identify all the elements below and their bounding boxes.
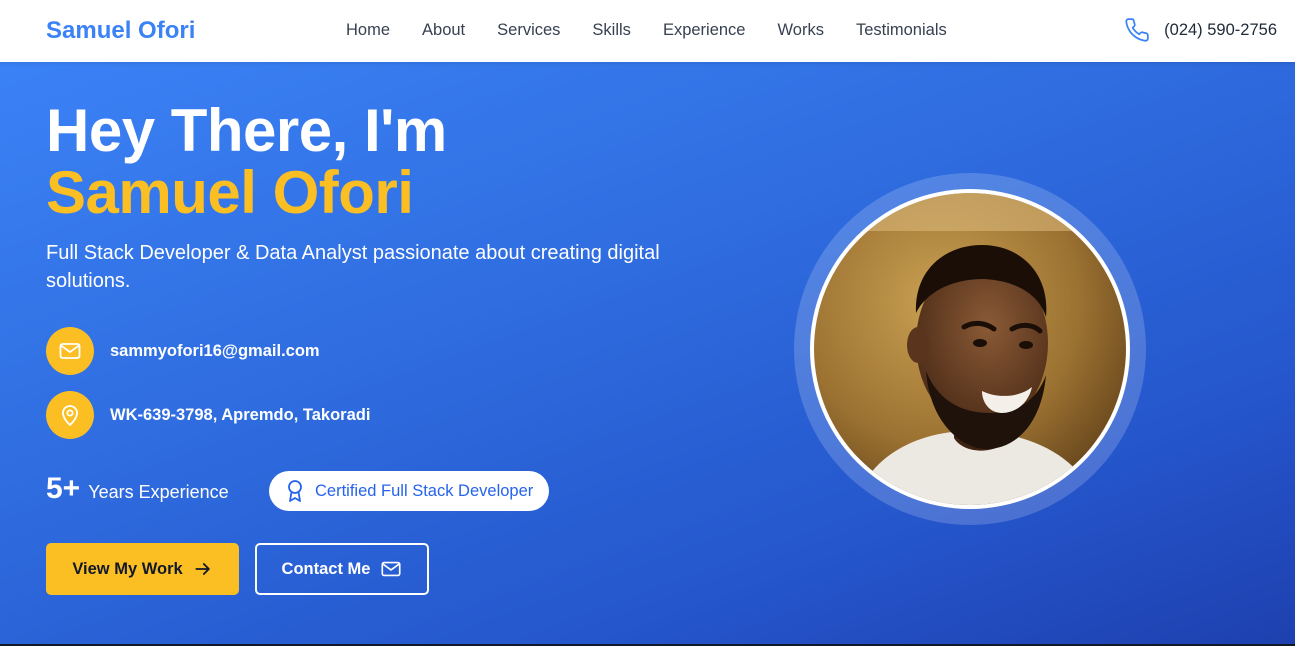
phone-number: (024) 590-2756 bbox=[1164, 20, 1277, 39]
certification-badge: Certified Full Stack Developer bbox=[269, 471, 550, 511]
hero-section: Hey There, I'm Samuel Ofori Full Stack D… bbox=[0, 62, 1295, 644]
experience-number: 5+ bbox=[46, 472, 81, 505]
view-work-label: View My Work bbox=[72, 559, 183, 578]
phone-contact[interactable]: (024) 590-2756 bbox=[1124, 17, 1277, 43]
nav-experience[interactable]: Experience bbox=[663, 21, 746, 40]
certification-text: Certified Full Stack Developer bbox=[315, 481, 534, 500]
contact-me-label: Contact Me bbox=[281, 559, 371, 578]
award-icon bbox=[288, 480, 302, 502]
email-contact[interactable]: sammyofori16@gmail.com bbox=[46, 327, 320, 375]
hero-name: Samuel Ofori bbox=[46, 159, 414, 226]
nav-services[interactable]: Services bbox=[497, 21, 560, 40]
profile-portrait bbox=[810, 189, 1130, 509]
mail-icon bbox=[380, 558, 402, 580]
main-nav: Home About Services Skills Experience Wo… bbox=[346, 21, 979, 40]
portrait-image bbox=[814, 193, 1126, 505]
address-contact: WK-639-3798, Apremdo, Takoradi bbox=[46, 391, 370, 439]
nav-about[interactable]: About bbox=[422, 21, 465, 40]
contact-me-button[interactable]: Contact Me bbox=[255, 543, 429, 595]
email-text: sammyofori16@gmail.com bbox=[110, 341, 320, 360]
mail-icon bbox=[46, 327, 94, 375]
experience-stat: 5+ Years Experience bbox=[46, 472, 229, 506]
view-work-button[interactable]: View My Work bbox=[46, 543, 239, 595]
hero-tagline: Full Stack Developer & Data Analyst pass… bbox=[46, 242, 660, 292]
address-text: WK-639-3798, Apremdo, Takoradi bbox=[110, 405, 371, 424]
phone-icon bbox=[1124, 17, 1150, 43]
nav-testimonials[interactable]: Testimonials bbox=[856, 21, 947, 40]
experience-label: Years Experience bbox=[88, 482, 229, 502]
arrow-right-icon bbox=[193, 559, 213, 579]
nav-works[interactable]: Works bbox=[778, 21, 824, 40]
top-navbar: Samuel Ofori Home About Services Skills … bbox=[0, 0, 1295, 62]
nav-skills[interactable]: Skills bbox=[592, 21, 631, 40]
hero-greeting: Hey There, I'm bbox=[46, 97, 447, 164]
brand-logo[interactable]: Samuel Ofori bbox=[46, 17, 195, 45]
map-pin-icon bbox=[46, 391, 94, 439]
nav-home[interactable]: Home bbox=[346, 21, 390, 40]
